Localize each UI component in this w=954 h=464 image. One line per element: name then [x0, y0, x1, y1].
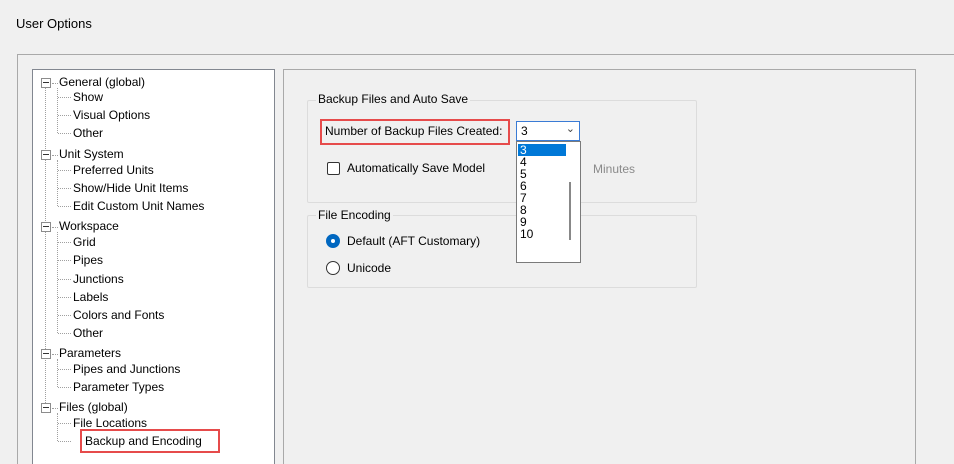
encoding-group-title: File Encoding [316, 208, 393, 222]
backup-group-box [307, 100, 697, 203]
auto-save-checkbox[interactable] [327, 162, 340, 175]
tree-root-line [45, 83, 46, 413]
tree-item-preferred-units[interactable]: Preferred Units [73, 161, 154, 179]
backup-group-title: Backup Files and Auto Save [316, 92, 471, 106]
collapse-icon[interactable] [41, 222, 51, 232]
encoding-group-box [307, 215, 697, 288]
encoding-unicode-radio[interactable] [326, 261, 340, 275]
tree-item-pipes-and-junctions[interactable]: Pipes and Junctions [73, 360, 180, 378]
dropdown-option-10[interactable]: 10 [518, 228, 567, 240]
tree-branch-line-files [57, 413, 58, 441]
tree-branch-line-parameters [57, 359, 58, 387]
tree-branch-line-general [57, 88, 58, 133]
options-tree[interactable]: General (global) Show Visual Options Oth… [32, 69, 275, 464]
tree-item-junctions[interactable]: Junctions [73, 270, 124, 288]
encoding-unicode-label: Unicode [347, 261, 392, 275]
collapse-icon[interactable] [41, 150, 51, 160]
backup-count-select[interactable]: 3 ⌄ [516, 121, 580, 141]
encoding-default-radio[interactable] [326, 234, 340, 248]
auto-save-label: Automatically Save Model [347, 161, 486, 175]
tree-item-edit-custom-unit-names[interactable]: Edit Custom Unit Names [73, 197, 204, 215]
tree-item-labels[interactable]: Labels [73, 288, 108, 306]
tree-item-show-hide-unit-items[interactable]: Show/Hide Unit Items [73, 179, 188, 197]
tree-item-pipes[interactable]: Pipes [73, 251, 103, 269]
backup-count-value: 3 [521, 124, 528, 138]
tree-branch-line-unit-system [57, 160, 58, 206]
tree-item-visual-options[interactable]: Visual Options [73, 106, 150, 124]
tree-branch-line-workspace [57, 232, 58, 333]
collapse-icon[interactable] [41, 78, 51, 88]
selection-highlight-box [80, 429, 220, 453]
minutes-label: Minutes [593, 162, 636, 176]
tree-item-other-general[interactable]: Other [73, 124, 103, 142]
backup-count-label: Number of Backup Files Created: [325, 124, 503, 138]
collapse-icon[interactable] [41, 403, 51, 413]
dropdown-scroll-thumb[interactable] [569, 182, 571, 240]
backup-count-dropdown[interactable]: 3 4 5 6 7 8 9 10 [516, 141, 581, 263]
encoding-default-label: Default (AFT Customary) [347, 234, 481, 248]
chevron-down-icon[interactable]: ⌄ [566, 122, 575, 135]
tree-item-grid[interactable]: Grid [73, 233, 96, 251]
tree-item-colors-and-fonts[interactable]: Colors and Fonts [73, 306, 164, 324]
tree-item-show[interactable]: Show [73, 88, 103, 106]
tree-item-parameter-types[interactable]: Parameter Types [73, 378, 164, 396]
window-title: User Options [16, 16, 92, 31]
collapse-icon[interactable] [41, 349, 51, 359]
tree-item-other-workspace[interactable]: Other [73, 324, 103, 342]
